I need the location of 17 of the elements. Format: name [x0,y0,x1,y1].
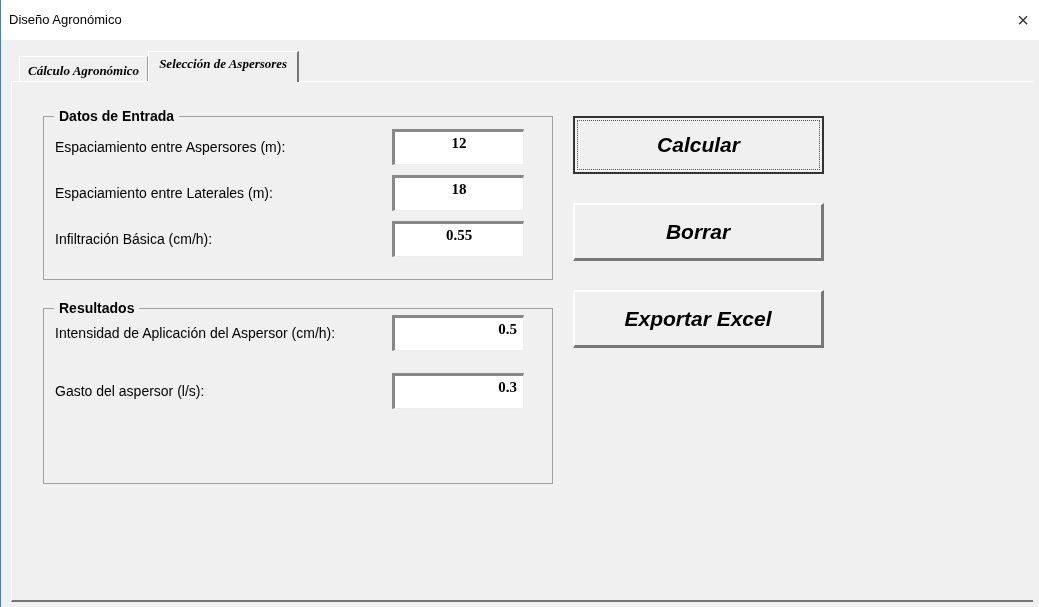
action-button[interactable]: Calcular [573,116,824,174]
field-label: Intensidad de Aplicación del Aspersor (cm/h): [55,323,337,343]
action-button[interactable]: Exportar Excel [573,290,824,348]
input-field[interactable]: 0.5 [392,315,524,351]
input-field[interactable]: 18 [392,175,524,211]
tab[interactable]: Selección de Aspersores [148,51,300,82]
input-field[interactable]: 12 [392,129,524,165]
input-field[interactable]: 0.55 [392,221,524,257]
field-label: Espaciamiento entre Aspersores (m): [55,137,287,157]
input-field[interactable]: 0.3 [392,373,524,409]
field-label: Gasto del aspersor (l/s): [55,381,206,401]
field-label: Infiltración Básica (cm/h): [55,229,214,249]
window-title: Diseño Agronómico [9,11,122,30]
action-button[interactable]: Borrar [573,203,824,261]
close-button[interactable]: × [1017,10,1029,30]
tab[interactable]: Cálculo Agronómico [19,56,149,81]
field-label: Espaciamiento entre Laterales (m): [55,183,274,203]
